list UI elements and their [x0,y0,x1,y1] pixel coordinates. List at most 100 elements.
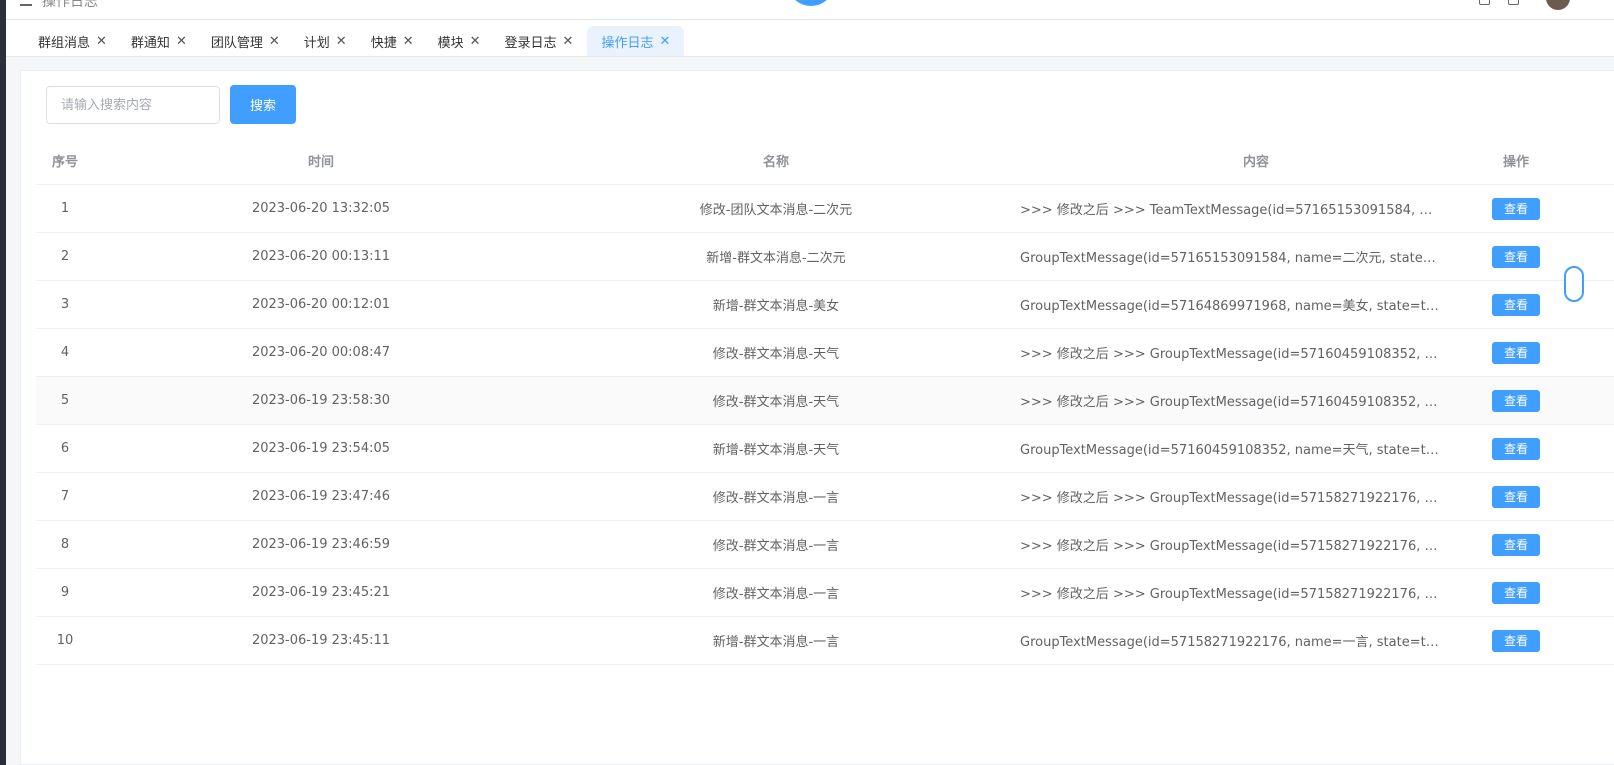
cell-index: 9 [60,585,70,600]
cell-content-text: GroupTextMessage(id=57158271922176, name… [1020,635,1440,650]
cell-content: GroupTextMessage(id=57160459108352, name… [1020,425,1440,472]
tab-3[interactable]: 计划 ✕ [294,26,357,56]
close-icon[interactable]: ✕ [336,35,347,48]
view-button[interactable]: 查看 [1492,581,1540,604]
cell-content-text: GroupTextMessage(id=57160459108352, name… [1020,443,1440,458]
cell-name: 修改-群文本消息-一言 [712,491,840,506]
cell-content-text: >>> 修改之后 >>> GroupTextMessage(id=5715827… [1020,587,1440,602]
cell-time: 2023-06-19 23:45:11 [251,633,391,648]
tab-0[interactable]: 群组消息 ✕ [28,26,117,56]
column-header-index: 序号 [51,155,78,170]
view-button[interactable]: 查看 [1492,389,1540,412]
cell-index: 4 [60,345,70,360]
cell-content: GroupTextMessage(id=57158271922176, name… [1020,617,1440,664]
tab-7[interactable]: 操作日志 ✕ [587,26,685,56]
cell-name: 修改-群文本消息-一言 [712,587,840,602]
cell-operation: 查看 [1476,377,1556,424]
cell-content: >>> 修改之后 >>> GroupTextMessage(id=5716045… [1020,377,1440,424]
column-header-operation: 操作 [1502,155,1529,170]
close-icon[interactable]: ✕ [269,35,280,48]
view-button[interactable]: 查看 [1492,533,1540,556]
close-icon[interactable]: ✕ [470,35,481,48]
avatar[interactable] [1546,0,1570,10]
tab-4[interactable]: 快捷 ✕ [361,26,424,56]
layout-icon[interactable] [1508,0,1519,5]
tab-5[interactable]: 模块 ✕ [428,26,491,56]
view-button[interactable]: 查看 [1492,197,1540,220]
view-button[interactable]: 查看 [1492,293,1540,316]
cell-time: 2023-06-19 23:54:05 [251,441,391,456]
tab-1[interactable]: 群通知 ✕ [121,26,197,56]
cell-content: >>> 修改之后 >>> GroupTextMessage(id=5716045… [1020,329,1440,376]
search-button[interactable]: 搜索 [230,85,296,124]
cell-name: 修改-团队文本消息-二次元 [699,203,853,218]
column-header-time: 时间 [307,155,334,170]
cell-index: 5 [60,393,70,408]
hamburger-menu-icon[interactable] [20,0,32,6]
table-row: 3 2023-06-20 00:12:01 新增-群文本消息-美女 GroupText… [36,281,1614,329]
table-row: 6 2023-06-19 23:54:05 新增-群文本消息-天气 GroupText… [36,425,1614,473]
cell-content-text: >>> 修改之后 >>> TeamTextMessage(id=57165153… [1020,203,1440,218]
column-header-name: 名称 [762,155,789,170]
logo-circle [790,0,832,6]
cell-content: >>> 修改之后 >>> GroupTextMessage(id=5715827… [1020,521,1440,568]
cell-name: 新增-群文本消息-二次元 [706,251,846,266]
search-input[interactable] [46,86,220,124]
cell-operation: 查看 [1476,281,1556,328]
cell-operation: 查看 [1476,425,1556,472]
close-icon[interactable]: ✕ [563,35,574,48]
table-row: 9 2023-06-19 23:45:21 修改-群文本消息-一言 >>> 修改之后 … [36,569,1614,617]
cell-index: 10 [56,633,74,648]
cell-index: 8 [60,537,70,552]
cell-content-text: GroupTextMessage(id=57165153091584, name… [1020,251,1440,266]
table-row: 8 2023-06-19 23:46:59 修改-群文本消息-一言 >>> 修改之后 … [36,521,1614,569]
cell-name: 修改-群文本消息-一言 [712,539,840,554]
operation-log-table: 序号 时间 名称 内容 操作 1 2023-06-20 13:32:05 修改-团队… [36,137,1614,665]
tab-label: 登录日志 [504,35,557,51]
cell-content: GroupTextMessage(id=57165153091584, name… [1020,233,1440,280]
fullscreen-icon[interactable] [1479,0,1490,5]
cell-content: >>> 修改之后 >>> GroupTextMessage(id=5715827… [1020,569,1440,616]
cell-content: >>> 修改之后 >>> GroupTextMessage(id=5715827… [1020,473,1440,520]
cell-content: >>> 修改之后 >>> TeamTextMessage(id=57165153… [1020,185,1440,232]
tab-label: 计划 [303,35,330,51]
cell-name: 新增-群文本消息-天气 [712,443,840,458]
view-button[interactable]: 查看 [1492,629,1540,652]
tags-view: 群组消息 ✕ 群通知 ✕ 团队管理 ✕ 计划 ✕ 快捷 ✕ 模块 ✕ 登录日志 ✕ 操作日志 ✕ [6,21,1614,57]
table-body: 1 2023-06-20 13:32:05 修改-团队文本消息-二次元 >>> 修改之… [36,185,1614,665]
cell-content-text: >>> 修改之后 >>> GroupTextMessage(id=5716045… [1020,395,1440,410]
top-header: 操作日志 [6,0,1614,20]
cell-time: 2023-06-19 23:47:46 [251,489,391,504]
cell-content-text: >>> 修改之后 >>> GroupTextMessage(id=5715827… [1020,491,1440,506]
cell-content: GroupTextMessage(id=57164869971968, name… [1020,281,1440,328]
table-row: 5 2023-06-19 23:58:30 修改-群文本消息-天气 >>> 修改之后 … [36,377,1614,425]
tab-6[interactable]: 登录日志 ✕ [495,26,584,56]
close-icon[interactable]: ✕ [659,35,670,48]
side-drawer-handle[interactable] [1564,266,1584,302]
view-button[interactable]: 查看 [1492,245,1540,268]
table-row: 2 2023-06-20 00:13:11 新增-群文本消息-二次元 GroupTex… [36,233,1614,281]
cell-time: 2023-06-19 23:46:59 [251,537,391,552]
cell-content-text: GroupTextMessage(id=57164869971968, name… [1020,299,1440,314]
tab-label: 操作日志 [601,35,654,51]
cell-operation: 查看 [1476,473,1556,520]
view-button[interactable]: 查看 [1492,485,1540,508]
cell-content-text: >>> 修改之后 >>> GroupTextMessage(id=5716045… [1020,347,1440,362]
close-icon[interactable]: ✕ [176,35,187,48]
close-icon[interactable]: ✕ [403,35,414,48]
cell-time: 2023-06-20 00:13:11 [251,249,391,264]
cell-time: 2023-06-20 00:12:01 [251,297,391,312]
close-icon[interactable]: ✕ [96,35,107,48]
view-button[interactable]: 查看 [1492,341,1540,364]
cell-operation: 查看 [1476,521,1556,568]
view-button[interactable]: 查看 [1492,437,1540,460]
cell-time: 2023-06-19 23:45:21 [251,585,391,600]
tab-label: 模块 [437,35,464,51]
cell-content-text: >>> 修改之后 >>> GroupTextMessage(id=5715827… [1020,539,1440,554]
table-row: 1 2023-06-20 13:32:05 修改-团队文本消息-二次元 >>> 修改之… [36,185,1614,233]
cell-time: 2023-06-19 23:58:30 [251,393,391,408]
tab-2[interactable]: 团队管理 ✕ [201,26,290,56]
cell-index: 3 [60,297,70,312]
cell-index: 2 [60,249,70,264]
tab-label: 团队管理 [210,35,263,51]
